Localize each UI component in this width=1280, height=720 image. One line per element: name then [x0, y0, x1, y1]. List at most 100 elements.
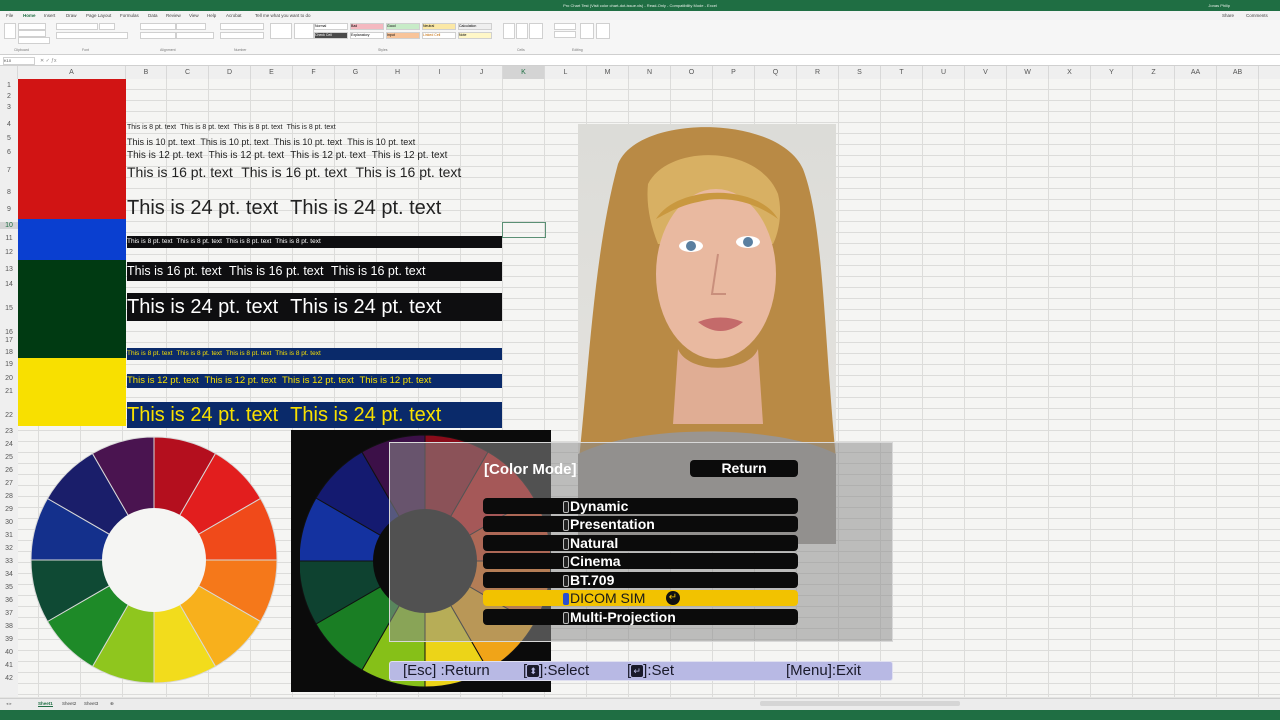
row-header[interactable]: 6 [0, 149, 18, 156]
column-header[interactable]: H [377, 66, 419, 79]
column-header[interactable]: R [797, 66, 839, 79]
menu-data[interactable]: Data [148, 13, 158, 18]
column-header-selected[interactable]: K [503, 66, 545, 79]
row-header-selected[interactable]: 10 [0, 222, 18, 229]
row-header[interactable]: 33 [0, 558, 18, 565]
row-header[interactable]: 18 [0, 349, 18, 356]
row-header[interactable]: 29 [0, 506, 18, 513]
align-buttons[interactable] [140, 32, 176, 39]
row-header[interactable]: 27 [0, 480, 18, 487]
option-dynamic[interactable]: Dynamic [483, 498, 798, 514]
column-header[interactable]: I [419, 66, 461, 79]
row-header[interactable]: 21 [0, 388, 18, 395]
sort-filter-button[interactable] [580, 23, 594, 39]
font-size-select[interactable] [99, 23, 115, 30]
format-painter-button[interactable] [18, 37, 50, 44]
row-header[interactable]: 17 [0, 337, 18, 344]
style-bad[interactable]: Bad [350, 23, 384, 30]
menu-view[interactable]: View [189, 13, 199, 18]
menu-file[interactable]: File [6, 13, 13, 18]
horizontal-scrollbar[interactable] [760, 701, 960, 706]
style-explanatory[interactable]: Explanatory [350, 32, 384, 39]
menu-help[interactable]: Help [207, 13, 216, 18]
column-header[interactable]: V [965, 66, 1007, 79]
row-header[interactable]: 35 [0, 584, 18, 591]
align-top-buttons[interactable] [140, 23, 176, 30]
style-check-cell[interactable]: Check Cell [314, 32, 348, 39]
column-header[interactable]: J [461, 66, 503, 79]
row-header[interactable]: 4 [0, 121, 18, 128]
row-header[interactable]: 28 [0, 493, 18, 500]
return-button[interactable]: Return [690, 460, 798, 477]
row-header[interactable]: 8 [0, 189, 18, 196]
option-presentation[interactable]: Presentation [483, 516, 798, 532]
fill-button[interactable] [554, 31, 576, 38]
cut-button[interactable] [18, 23, 46, 30]
number-format-select[interactable] [220, 23, 264, 30]
style-normal[interactable]: Normal [314, 23, 348, 30]
comments-button[interactable]: Comments [1246, 13, 1268, 18]
row-header[interactable]: 40 [0, 649, 18, 656]
row-header[interactable]: 37 [0, 610, 18, 617]
share-button[interactable]: Share [1222, 13, 1234, 18]
tab-nav-arrows[interactable]: ◂ ▸ [6, 701, 12, 707]
row-header[interactable]: 11 [0, 235, 18, 242]
option-dicom-sim-selected[interactable]: DICOM SIM ↵ [483, 590, 798, 606]
column-header[interactable]: B [126, 66, 167, 79]
formula-input[interactable] [80, 57, 1270, 63]
tell-me-search[interactable]: Tell me what you want to do [255, 13, 311, 18]
select-all-corner[interactable] [0, 66, 18, 79]
row-header[interactable]: 15 [0, 305, 18, 312]
row-header[interactable]: 23 [0, 428, 18, 435]
menu-insert[interactable]: Insert [44, 13, 55, 18]
column-header[interactable]: F [293, 66, 335, 79]
row-header[interactable]: 2 [0, 93, 18, 100]
row-header[interactable]: 3 [0, 104, 18, 111]
row-header[interactable]: 20 [0, 375, 18, 382]
row-header[interactable]: 5 [0, 135, 18, 142]
paste-button[interactable] [4, 23, 16, 39]
menu-acrobat[interactable]: Acrobat [226, 13, 242, 18]
insert-cells-button[interactable] [503, 23, 515, 39]
style-note[interactable]: Note [458, 32, 492, 39]
menu-page-layout[interactable]: Page Layout [86, 13, 111, 18]
find-select-button[interactable] [596, 23, 610, 39]
column-header[interactable]: X [1049, 66, 1091, 79]
menu-draw[interactable]: Draw [66, 13, 77, 18]
row-header[interactable]: 1 [0, 82, 18, 89]
user-name[interactable]: Jonas Philip [1208, 3, 1230, 8]
row-header[interactable]: 39 [0, 636, 18, 643]
row-header[interactable]: 22 [0, 412, 18, 419]
row-header[interactable]: 9 [0, 206, 18, 213]
row-header[interactable]: 24 [0, 441, 18, 448]
row-header[interactable]: 32 [0, 545, 18, 552]
column-header[interactable]: U [923, 66, 965, 79]
column-header[interactable]: N [629, 66, 671, 79]
menu-formulas[interactable]: Formulas [120, 13, 139, 18]
style-good[interactable]: Good [386, 23, 420, 30]
column-header[interactable]: E [251, 66, 293, 79]
row-header[interactable]: 25 [0, 454, 18, 461]
column-header[interactable]: D [209, 66, 251, 79]
column-header[interactable]: C [167, 66, 209, 79]
row-header[interactable]: 26 [0, 467, 18, 474]
style-calculation[interactable]: Calculation [458, 23, 492, 30]
column-header[interactable]: AA [1175, 66, 1217, 79]
name-box[interactable]: K10 [3, 57, 35, 65]
row-header[interactable]: 42 [0, 675, 18, 682]
column-header[interactable]: S [839, 66, 881, 79]
menu-review[interactable]: Review [166, 13, 181, 18]
column-header[interactable]: G [335, 66, 377, 79]
column-header[interactable]: P [713, 66, 755, 79]
autosum-button[interactable] [554, 23, 576, 30]
format-cells-button[interactable] [529, 23, 543, 39]
font-format-buttons[interactable] [56, 32, 128, 39]
row-header[interactable]: 38 [0, 623, 18, 630]
font-name-select[interactable] [56, 23, 98, 30]
row-header[interactable]: 12 [0, 249, 18, 256]
sheet-tab-1[interactable]: Sheet1 [38, 701, 53, 707]
add-sheet-icon[interactable]: ⊕ [110, 701, 114, 707]
column-header[interactable]: T [881, 66, 923, 79]
sheet-tab-2[interactable]: Sheet2 [62, 701, 76, 706]
row-header[interactable]: 34 [0, 571, 18, 578]
